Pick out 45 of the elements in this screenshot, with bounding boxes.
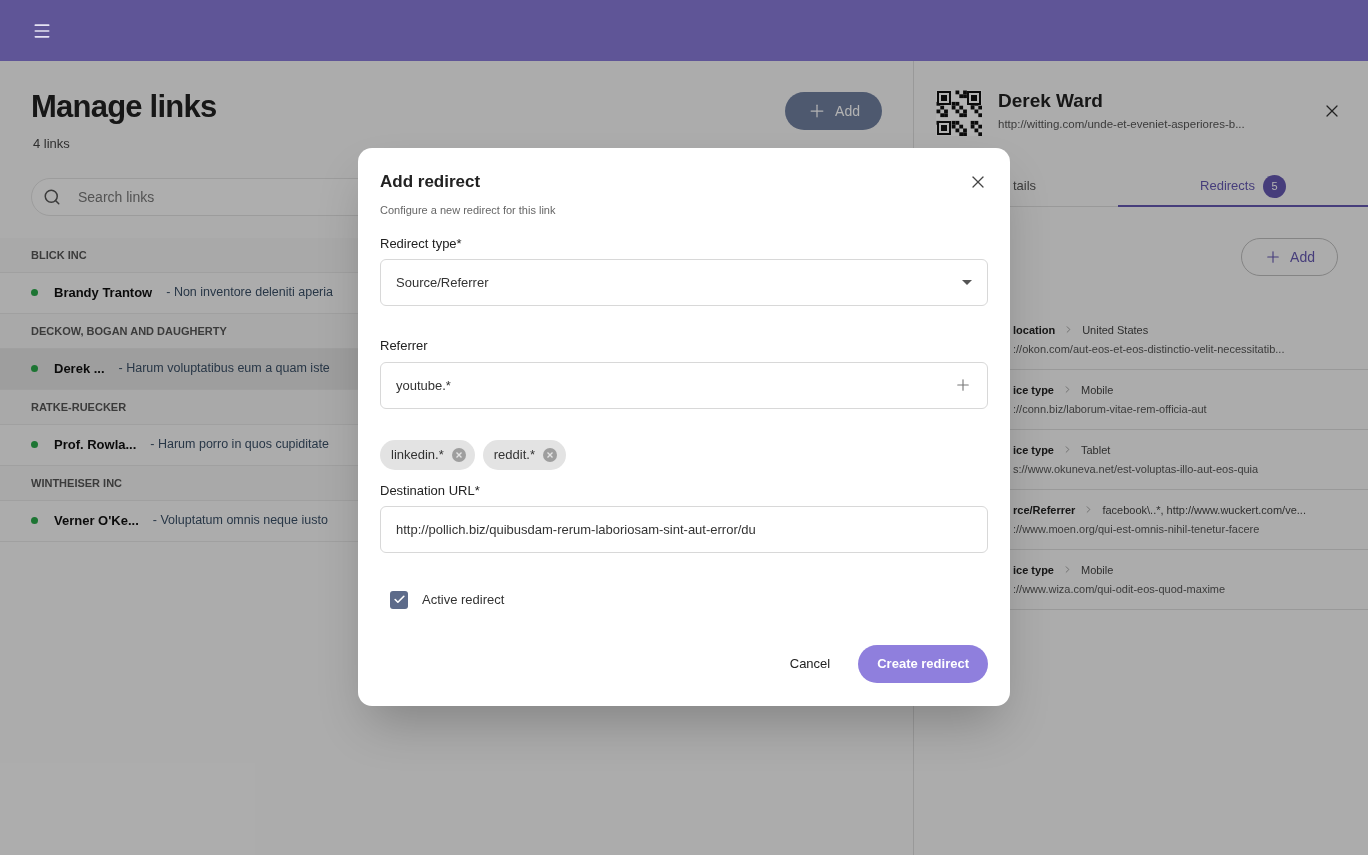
- dropdown-caret-icon: [962, 280, 972, 285]
- redirect-type: ice type: [1013, 382, 1054, 398]
- redirect-value: United States: [1082, 322, 1149, 338]
- redirect-url: ://okon.com/aut-eos-et-eos-distinctio-velit-necessitatib...: [1013, 342, 1286, 357]
- referrer-field[interactable]: youtube.*: [380, 361, 988, 409]
- page-title: Manage links: [31, 89, 217, 125]
- field-label: Destination URL*: [380, 481, 481, 500]
- cancel-button[interactable]: Cancel: [787, 644, 833, 683]
- link-url: http://witting.com/unde-et-eveniet-asperiores-b...: [998, 117, 1246, 132]
- checkbox[interactable]: [390, 590, 408, 609]
- link-name: Verner O'Ke...: [54, 511, 139, 530]
- link-name: Prof. Rowla...: [54, 435, 137, 454]
- redirect-type: ice type: [1013, 442, 1054, 458]
- redirect-type-select[interactable]: Source/Referrer: [380, 259, 988, 306]
- link-count: 4 links: [33, 135, 71, 153]
- referrer-chip[interactable]: reddit.*: [482, 439, 566, 470]
- redirect-url: ://www.wiza.com/qui-odit-eos-quod-maxime: [1013, 582, 1227, 597]
- link-name: Derek ...: [54, 359, 105, 378]
- search-icon: [43, 187, 61, 206]
- dialog-subtitle: Configure a new redirect for this link: [380, 203, 557, 218]
- redirect-url: ://conn.biz/laborum-vitae-rem-officia-aut: [1013, 402, 1208, 417]
- redirect-type: location: [1013, 322, 1056, 338]
- link-name: Brandy Trantow: [54, 283, 153, 302]
- redirect-url: s://www.okuneva.net/est-voluptas-illo-aut-eos-quia: [1013, 462, 1260, 477]
- redirect-type: rce/Referrer: [1013, 502, 1076, 518]
- redirect-value: Mobile: [1080, 382, 1114, 398]
- link-description: - Harum porro in quos cupiditate: [150, 436, 329, 454]
- dialog-title: Add redirect: [380, 171, 481, 193]
- referrer-chip[interactable]: linkedin.*: [380, 439, 475, 470]
- tab[interactable]: Redirects 5: [1118, 167, 1368, 207]
- redirect-value: Tablet: [1080, 442, 1111, 458]
- link-title: Derek Ward: [998, 90, 1104, 112]
- redirect-type: ice type: [1013, 562, 1054, 578]
- qr-code-icon: [936, 90, 982, 136]
- field-label: Redirect type*: [380, 234, 463, 253]
- checkbox-label: Active redirect: [422, 591, 505, 609]
- destination-url-field[interactable]: http://pollich.biz/quibusdam-rerum-laboriosam-sint-aut-error/du: [380, 506, 988, 553]
- redirect-value: Mobile: [1080, 562, 1114, 578]
- redirect-url: ://www.moen.org/qui-est-omnis-nihil-tenetur-facere: [1013, 522, 1261, 537]
- count-badge: 5: [1262, 174, 1286, 198]
- link-description: - Harum voluptatibus eum a quam iste: [118, 360, 330, 378]
- link-description: - Non inventore deleniti aperia: [166, 284, 334, 302]
- tab[interactable]: tails: [914, 167, 1118, 207]
- link-description: - Voluptatum omnis neque iusto: [152, 512, 328, 530]
- redirect-value: facebook\..*, http://www.wuckert.com/ve...: [1102, 502, 1306, 518]
